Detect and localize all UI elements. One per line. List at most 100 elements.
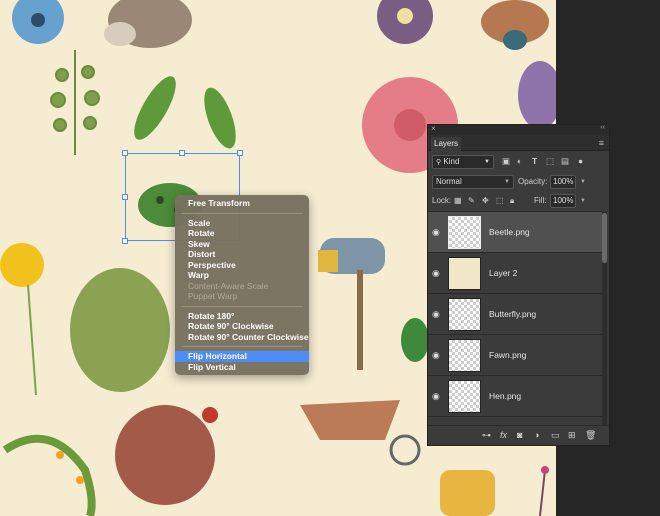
layer-thumbnail [448,339,481,372]
layer-row[interactable]: ◉ Layer 2 [428,253,602,294]
blend-mode-label: Normal [436,177,462,186]
chevron-down-icon: ▼ [504,179,510,185]
bird-illustration [481,0,549,50]
layer-name[interactable]: Butterfly.png [489,309,536,319]
layer-effects-icon[interactable]: fx [500,430,507,440]
filter-kind-select[interactable]: ⚲ Kind ▼ [432,155,494,169]
menu-item-puppet-warp: Puppet Warp [188,291,238,301]
panel-title-bar[interactable]: × ‹‹ [428,124,609,135]
panel-tab-bar: Layers ≡ [428,135,609,151]
panel-menu-icon[interactable]: ≡ [599,138,604,148]
transform-handle-middle-left[interactable] [122,194,128,200]
menu-separator [181,212,303,214]
menu-item-flip-horizontal[interactable]: Flip Horizontal [175,351,309,362]
close-icon[interactable]: × [431,124,436,133]
menu-item-flip-vertical[interactable]: Flip Vertical [175,362,309,373]
fill-input[interactable]: 100% [550,194,576,208]
transform-handle-top-left[interactable] [122,150,128,156]
visibility-eye-icon[interactable]: ◉ [432,227,440,238]
layer-thumbnail [448,380,481,413]
layers-scrollbar[interactable] [602,211,607,425]
lock-all-icon[interactable]: 🔒︎ [510,196,514,206]
chevron-down-icon[interactable]: ▼ [580,194,586,208]
collapse-icon[interactable]: ‹‹ [600,124,605,131]
layer-row[interactable]: ◉ Butterfly.png [428,294,602,335]
menu-item-rotate-180[interactable]: Rotate 180° [175,311,309,322]
menu-item-rotate-90-ccw[interactable]: Rotate 90° Counter Clockwise [175,332,309,343]
adjustment-filter-icon[interactable]: ◐ [517,156,522,166]
layers-list: ◉ Beetle.png ◉ Layer 2 ◉ Butterfly.png ◉… [428,211,602,425]
visibility-eye-icon[interactable]: ◉ [432,391,440,402]
chevron-down-icon: ▼ [484,159,490,165]
transform-handle-top-right[interactable] [237,150,243,156]
dandelion-illustration [0,243,44,396]
blue-flower-illustration [12,0,64,44]
filter-kind-label: Kind [443,157,460,166]
menu-separator [181,346,303,347]
add-mask-icon[interactable]: ◙ [517,430,522,440]
hen-illustration [115,405,218,505]
layer-thumbnail [448,257,481,290]
layer-row[interactable]: ◉ Beetle.png [428,212,602,253]
search-icon: ⚲ [436,159,442,166]
layer-row[interactable]: ◉ Fawn.png [428,335,602,376]
menu-item-warp[interactable]: Warp [175,270,309,281]
menu-item-rotate[interactable]: Rotate [175,228,309,239]
filter-toggle-icon[interactable]: ● [578,156,583,166]
layer-name[interactable]: Fawn.png [489,350,526,360]
menu-item-scale[interactable]: Scale [175,218,309,229]
menu-item-free-transform[interactable]: Free Transform [175,198,309,209]
filter-row: ⚲ Kind ▼ ▣ ◐ T ⬚ ▤ ● [430,154,608,170]
layer-name[interactable]: Beetle.png [489,227,530,237]
purple-flower-illustration [377,0,433,44]
menu-separator [181,305,303,307]
tab-layers[interactable]: Layers [431,137,462,151]
layer-name[interactable]: Hen.png [489,391,521,401]
menu-item-content-aware-scale: Content-Aware Scale [188,280,269,291]
menu-item-rotate-90-cw[interactable]: Rotate 90° Clockwise [175,321,309,332]
violet-flower-illustration [518,61,556,129]
lock-image-pixels-icon[interactable]: ✎ [468,196,475,205]
pea-pods-illustration [134,76,236,149]
green-leaf-illustration [401,318,429,362]
type-filter-icon[interactable]: T [532,156,537,166]
opacity-input[interactable]: 100% [550,175,576,189]
opacity-label: Opacity: [518,177,548,186]
menu-item-perspective[interactable]: Perspective [175,260,309,271]
blend-mode-select[interactable]: Normal ▼ [432,175,514,189]
mailbox-illustration [318,238,385,370]
visibility-eye-icon[interactable]: ◉ [432,268,440,279]
layer-name[interactable]: Layer 2 [489,268,517,278]
transform-handle-bottom-left[interactable] [122,238,128,244]
transform-context-menu: Free Transform Scale Rotate Skew Distort… [175,195,309,375]
fern-illustration [50,50,100,155]
layer-thumbnail [448,216,481,249]
lock-artboard-icon[interactable]: ⬚ [496,196,504,205]
squirrel-illustration [104,0,192,48]
layers-panel: × ‹‹ Layers ≡ ⚲ Kind ▼ ▣ ◐ T ⬚ ▤ ● Norma… [427,124,610,446]
delete-layer-icon[interactable]: 🗑︎ [585,430,596,441]
link-layers-icon[interactable]: ⊶ [482,430,491,441]
visibility-eye-icon[interactable]: ◉ [432,309,440,320]
shape-filter-icon[interactable]: ⬚ [546,156,554,167]
pixel-filter-icon[interactable]: ▣ [502,156,510,167]
visibility-eye-icon[interactable]: ◉ [432,350,440,361]
menu-item-distort[interactable]: Distort [175,249,309,260]
smart-object-filter-icon[interactable]: ▤ [561,156,569,167]
adjustment-layer-icon[interactable]: ◑ [534,430,539,440]
new-group-icon[interactable]: ▭ [551,430,560,441]
lock-row: Lock: ▦ ✎ ✥ ⬚ 🔒︎ Fill: 100% ▼ [430,193,608,209]
layer-row[interactable]: ◉ Hen.png [428,376,602,417]
new-layer-icon[interactable]: ⊞ [568,430,576,441]
layer-thumbnail [448,298,481,331]
glove-illustration [440,470,495,516]
menu-item-skew[interactable]: Skew [175,239,309,250]
lock-label: Lock: [432,196,452,205]
lock-position-icon[interactable]: ✥ [482,196,489,205]
scrollbar-thumb[interactable] [602,213,607,263]
lock-transparency-icon[interactable]: ▦ [454,196,462,205]
wheelbarrow-illustration [300,400,421,466]
transform-handle-top-center[interactable] [179,150,185,156]
blend-row: Normal ▼ Opacity: 100% ▼ [430,174,608,190]
chevron-down-icon[interactable]: ▼ [580,175,586,189]
